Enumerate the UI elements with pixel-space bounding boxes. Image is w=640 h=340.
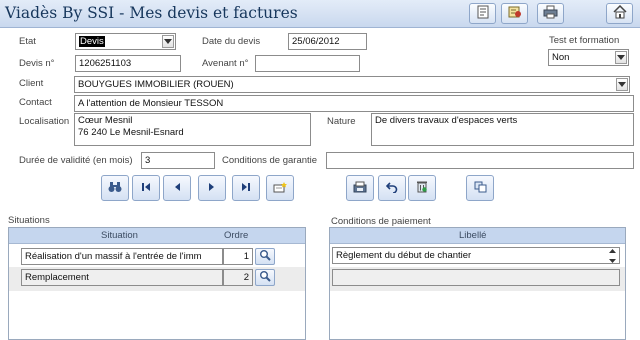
- test-label: Test et formation: [549, 35, 620, 46]
- title-bar: Viadès By SSI - Mes devis et factures: [0, 0, 640, 28]
- paiement-panel: Libellé Règlement du début de chantier: [329, 227, 626, 340]
- localisation-line1: Cœur Mesnil: [78, 115, 133, 126]
- garantie-label: Conditions de garantie: [222, 155, 318, 166]
- test-value: Non: [552, 52, 570, 63]
- contact-field[interactable]: A l'attention de Monsieur TESSON: [74, 95, 634, 112]
- chevron-down-icon[interactable]: [616, 78, 628, 91]
- chevron-down-icon[interactable]: [162, 35, 174, 48]
- etat-select[interactable]: Devis: [75, 33, 176, 50]
- date-field[interactable]: 25/06/2012: [288, 33, 367, 50]
- report-button[interactable]: [469, 3, 496, 24]
- ordre-column-header: Ordre: [224, 230, 249, 241]
- chevron-down-icon: [609, 259, 616, 263]
- undo-icon: [385, 181, 398, 196]
- localisation-line2: 76 240 Le Mesnil-Esnard: [78, 127, 184, 138]
- libelle-cell[interactable]: [332, 269, 620, 286]
- client-select[interactable]: BOUYGUES IMMOBILIER (ROUEN): [74, 76, 630, 93]
- new-record-icon: [273, 181, 287, 196]
- previous-record-button[interactable]: [163, 175, 191, 201]
- garantie-field[interactable]: [326, 152, 634, 169]
- binoculars-icon: [108, 181, 122, 196]
- localisation-label: Localisation: [19, 116, 70, 127]
- search-button[interactable]: [101, 175, 129, 201]
- previous-record-icon: [173, 182, 181, 195]
- magnifier-icon: [259, 249, 271, 264]
- nature-label: Nature: [327, 116, 356, 127]
- date-label: Date du devis: [202, 36, 261, 47]
- table-row: Remplacement 2: [9, 267, 305, 291]
- open-situation-button[interactable]: [255, 248, 275, 265]
- paiement-section-label: Conditions de paiement: [331, 216, 431, 227]
- last-record-button[interactable]: [232, 175, 260, 201]
- test-select[interactable]: Non: [548, 49, 629, 66]
- duree-label: Durée de validité (en mois): [19, 155, 133, 166]
- app-title: Viadès By SSI - Mes devis et factures: [5, 4, 298, 22]
- situation-column-header: Situation: [101, 230, 138, 241]
- report-icon: [476, 5, 490, 22]
- etat-label: Etat: [19, 36, 36, 47]
- situation-cell[interactable]: Réalisation d'un massif à l'entrée de l'…: [21, 248, 223, 265]
- devis-label: Devis n°: [19, 58, 55, 69]
- save-icon: [353, 181, 367, 196]
- libelle-cell[interactable]: Règlement du début de chantier: [332, 247, 620, 264]
- copy-button[interactable]: [466, 175, 494, 201]
- avenant-field[interactable]: [255, 55, 360, 72]
- situations-panel: Situation Ordre Réalisation d'un massif …: [8, 227, 306, 340]
- libelle-column-header: Libellé: [459, 230, 487, 241]
- magnifier-icon: [259, 270, 271, 285]
- chevron-down-icon[interactable]: [615, 51, 627, 64]
- etat-value: Devis: [79, 36, 105, 47]
- spinner[interactable]: [608, 249, 617, 263]
- tools-button[interactable]: [501, 3, 528, 24]
- print-button[interactable]: [537, 3, 564, 24]
- contact-label: Contact: [19, 97, 52, 108]
- open-situation-button[interactable]: [255, 269, 275, 286]
- last-record-icon: [241, 182, 251, 195]
- next-record-icon: [208, 182, 216, 195]
- duree-field[interactable]: 3: [141, 152, 215, 169]
- first-record-icon: [141, 182, 151, 195]
- situation-cell[interactable]: Remplacement: [21, 269, 223, 286]
- chevron-up-icon: [609, 249, 616, 253]
- home-icon: [612, 4, 627, 22]
- home-button[interactable]: [606, 3, 633, 24]
- tools-icon: [508, 5, 522, 22]
- ordre-cell[interactable]: 1: [223, 248, 253, 265]
- nature-field[interactable]: De divers travaux d'espaces verts: [371, 113, 634, 146]
- delete-button[interactable]: [408, 175, 436, 201]
- table-row: [330, 267, 625, 291]
- next-record-button[interactable]: [198, 175, 226, 201]
- devis-field[interactable]: 1206251103: [75, 55, 181, 72]
- client-label: Client: [19, 78, 44, 89]
- first-record-button[interactable]: [132, 175, 160, 201]
- situations-header: Situation Ordre: [9, 228, 305, 244]
- ordre-cell[interactable]: 2: [223, 269, 253, 286]
- avenant-label: Avenant n°: [202, 58, 249, 69]
- paiement-header: Libellé: [330, 228, 625, 244]
- copy-icon: [474, 181, 487, 196]
- delete-icon: [416, 180, 428, 196]
- client-value: BOUYGUES IMMOBILIER (ROUEN): [78, 79, 234, 90]
- save-button[interactable]: [346, 175, 374, 201]
- libelle-value: Règlement du début de chantier: [336, 250, 472, 261]
- localisation-field[interactable]: Cœur Mesnil 76 240 Le Mesnil-Esnard: [74, 113, 311, 146]
- undo-button[interactable]: [378, 175, 406, 201]
- print-icon: [543, 5, 558, 22]
- new-record-button[interactable]: [266, 175, 294, 201]
- situations-section-label: Situations: [8, 215, 50, 226]
